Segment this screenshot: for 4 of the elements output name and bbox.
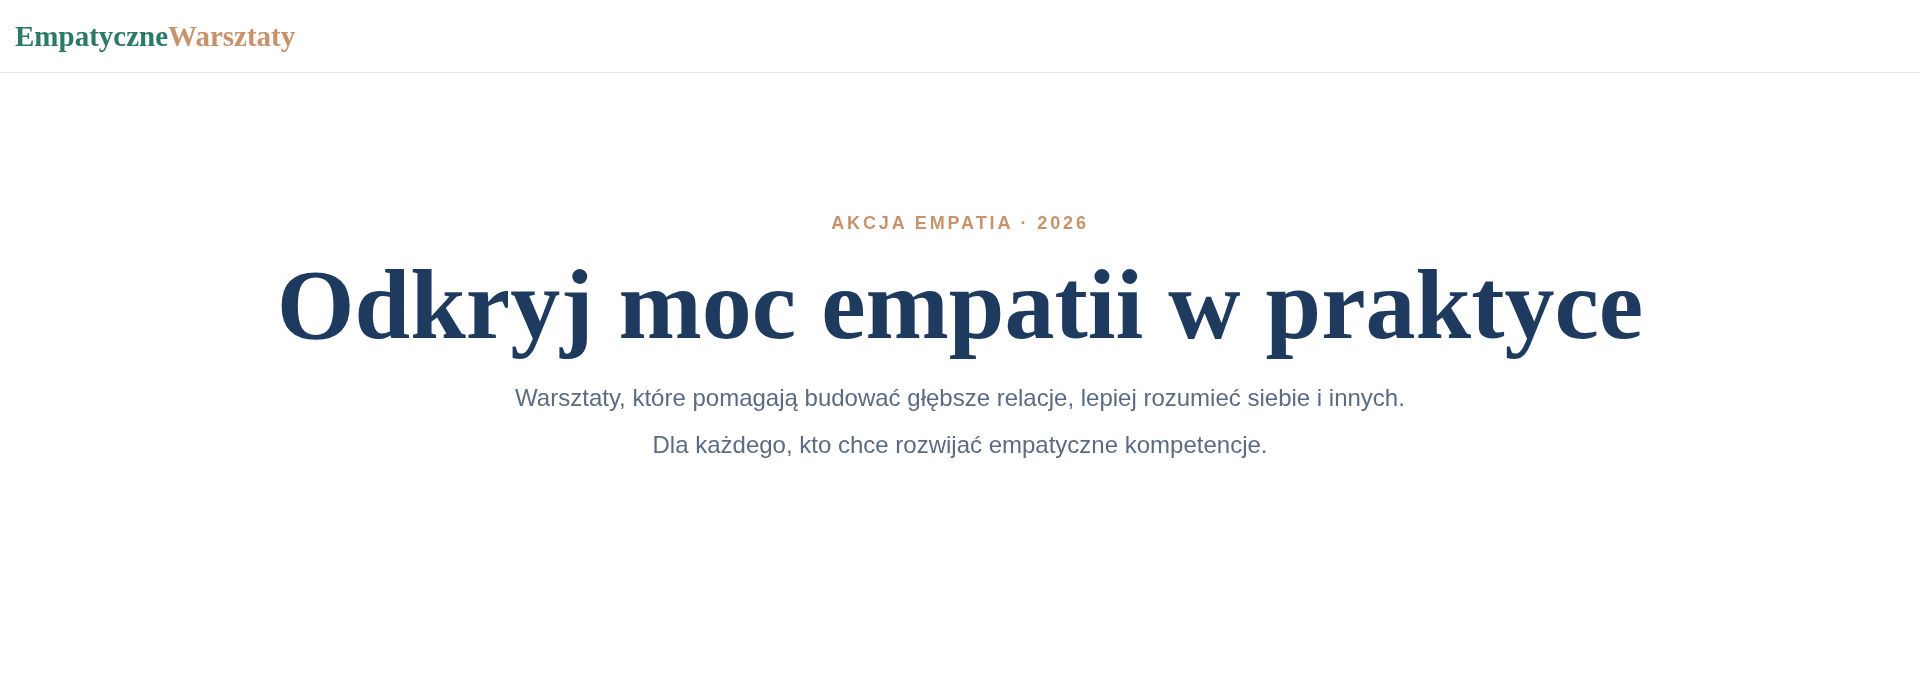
hero-subtitle: Warsztaty, które pomagają budować głębsze relacje, lepiej rozumieć siebie i innych. Dla każdego, kto chce rozwijać empatyczne kompetencje. [514,383,1406,460]
eyebrow-text: AKCJA EMPATIA · 2026 [831,213,1089,234]
logo[interactable]: EmpatyczneWarsztaty [15,19,296,53]
hero-title: Odkryj moc empatii w praktyce [276,250,1644,360]
